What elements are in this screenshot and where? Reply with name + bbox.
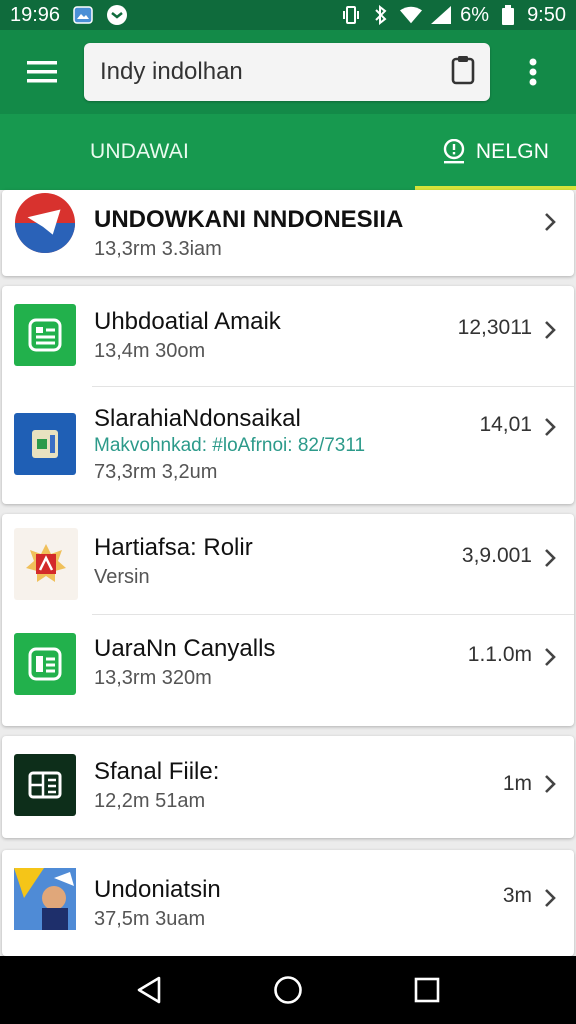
tab-bar: UNDAWAI NELGN bbox=[0, 114, 576, 190]
item-title: SlarahiaNdonsaikal bbox=[94, 405, 301, 432]
chat-notification-icon bbox=[106, 5, 128, 25]
chevron-right-icon bbox=[545, 648, 556, 666]
item-subtitle: 12,2m 51am bbox=[94, 790, 206, 812]
home-button[interactable] bbox=[268, 970, 308, 1010]
item-subtitle: 37,5m 3uam bbox=[94, 908, 206, 930]
spreadsheet-app-icon bbox=[14, 304, 76, 366]
character-app-icon bbox=[14, 868, 76, 930]
chevron-right-icon bbox=[545, 418, 556, 436]
recents-square-icon bbox=[414, 977, 439, 1003]
image-notification-icon bbox=[72, 5, 94, 25]
list-item[interactable]: UaraNn Canyalls 13,3rm 320m 1.1.0m bbox=[2, 615, 574, 726]
indonesia-flag-icon bbox=[14, 192, 76, 254]
item-size: 1.1.0m bbox=[467, 643, 532, 666]
menu-button[interactable] bbox=[0, 30, 84, 114]
item-title: Undoniatsin bbox=[94, 876, 221, 903]
vibrate-icon bbox=[340, 5, 362, 25]
list-card: UNDOWKANI NNDONESIIA 13,3rm 3.3iam bbox=[2, 190, 574, 276]
back-button[interactable] bbox=[129, 970, 169, 1010]
chevron-right-icon bbox=[545, 213, 556, 231]
tab-undawai[interactable]: UNDAWAI bbox=[0, 114, 415, 190]
status-bar: 19:96 6% 9:50 bbox=[0, 0, 576, 30]
search-input[interactable]: Indy indolhan bbox=[84, 43, 490, 101]
chevron-right-icon bbox=[545, 775, 556, 793]
document-app-icon bbox=[14, 633, 76, 695]
status-time-left: 19:96 bbox=[10, 3, 61, 26]
hamburger-menu-icon bbox=[27, 61, 57, 83]
item-subtitle: 13,3rm 320m bbox=[94, 667, 212, 689]
overflow-menu-button[interactable] bbox=[490, 30, 576, 114]
item-size: 3m bbox=[502, 884, 532, 907]
item-title: UaraNn Canyalls bbox=[94, 635, 276, 662]
list-item[interactable]: Undoniatsin 37,5m 3uam 3m bbox=[2, 850, 574, 956]
list-card: Hartiafsa: Rolir Versin 3,9.001 UaraNn C… bbox=[2, 514, 574, 726]
battery-percent: 6% bbox=[460, 3, 490, 26]
chevron-right-icon bbox=[545, 321, 556, 339]
back-triangle-icon bbox=[138, 976, 161, 1004]
list-item[interactable]: Hartiafsa: Rolir Versin 3,9.001 bbox=[2, 514, 574, 614]
search-text: Indy indolhan bbox=[100, 58, 243, 85]
item-size: 3,9.001 bbox=[461, 544, 532, 567]
chevron-right-icon bbox=[545, 889, 556, 907]
app-bar: Indy indolhan bbox=[0, 30, 576, 114]
sim-card-app-icon bbox=[14, 413, 76, 475]
list-item[interactable]: UNDOWKANI NNDONESIIA 13,3rm 3.3iam bbox=[2, 190, 574, 276]
item-subtitle: Versin bbox=[94, 566, 150, 588]
file-manager-icon bbox=[14, 754, 76, 816]
wifi-icon bbox=[400, 5, 423, 25]
item-title: Uhbdoatial Amaik bbox=[94, 308, 281, 335]
location-pin-icon bbox=[443, 139, 465, 164]
item-size: 14,01 bbox=[479, 413, 532, 436]
list-card: Sfanal Fiile: 12,2m 51am 1m bbox=[2, 736, 574, 838]
item-title: Sfanal Fiile: bbox=[94, 758, 220, 785]
emblem-app-icon bbox=[14, 528, 78, 600]
item-size: 12,3011 bbox=[457, 316, 532, 339]
list-item[interactable]: Uhbdoatial Amaik 13,4m 30om 12,3011 bbox=[2, 286, 574, 386]
item-subtitle: 13,4m 30om bbox=[94, 340, 206, 362]
recents-button[interactable] bbox=[407, 970, 447, 1010]
item-note: Makvohnkad: #loAfrnoi: 82/7311 bbox=[94, 435, 366, 456]
list-item[interactable]: SlarahiaNdonsaikal Makvohnkad: #loAfrnoi… bbox=[2, 387, 574, 504]
item-subtitle: 73,3rm 3,2um bbox=[94, 461, 218, 483]
clipboard-icon[interactable] bbox=[450, 55, 476, 90]
item-title: UNDOWKANI NNDONESIIA bbox=[94, 206, 404, 233]
tab-label: NELGN bbox=[475, 140, 550, 163]
list-item[interactable]: Sfanal Fiile: 12,2m 51am 1m bbox=[2, 736, 574, 838]
tab-nelgn[interactable]: NELGN bbox=[415, 114, 576, 190]
bluetooth-icon bbox=[370, 5, 392, 25]
battery-icon bbox=[497, 5, 519, 25]
item-subtitle: 13,3rm 3.3iam bbox=[94, 238, 222, 260]
system-nav-bar bbox=[0, 956, 576, 1024]
list-card: Undoniatsin 37,5m 3uam 3m bbox=[2, 850, 574, 956]
chevron-right-icon bbox=[545, 549, 556, 567]
tab-label: UNDAWAI bbox=[90, 140, 190, 163]
item-size: 1m bbox=[502, 772, 532, 795]
status-time-right: 9:50 bbox=[527, 3, 566, 26]
list-card: Uhbdoatial Amaik 13,4m 30om 12,3011 Slar… bbox=[2, 286, 574, 504]
home-circle-icon bbox=[274, 976, 302, 1004]
item-title: Hartiafsa: Rolir bbox=[94, 534, 253, 561]
signal-icon bbox=[430, 5, 452, 25]
more-vert-icon bbox=[529, 58, 537, 86]
